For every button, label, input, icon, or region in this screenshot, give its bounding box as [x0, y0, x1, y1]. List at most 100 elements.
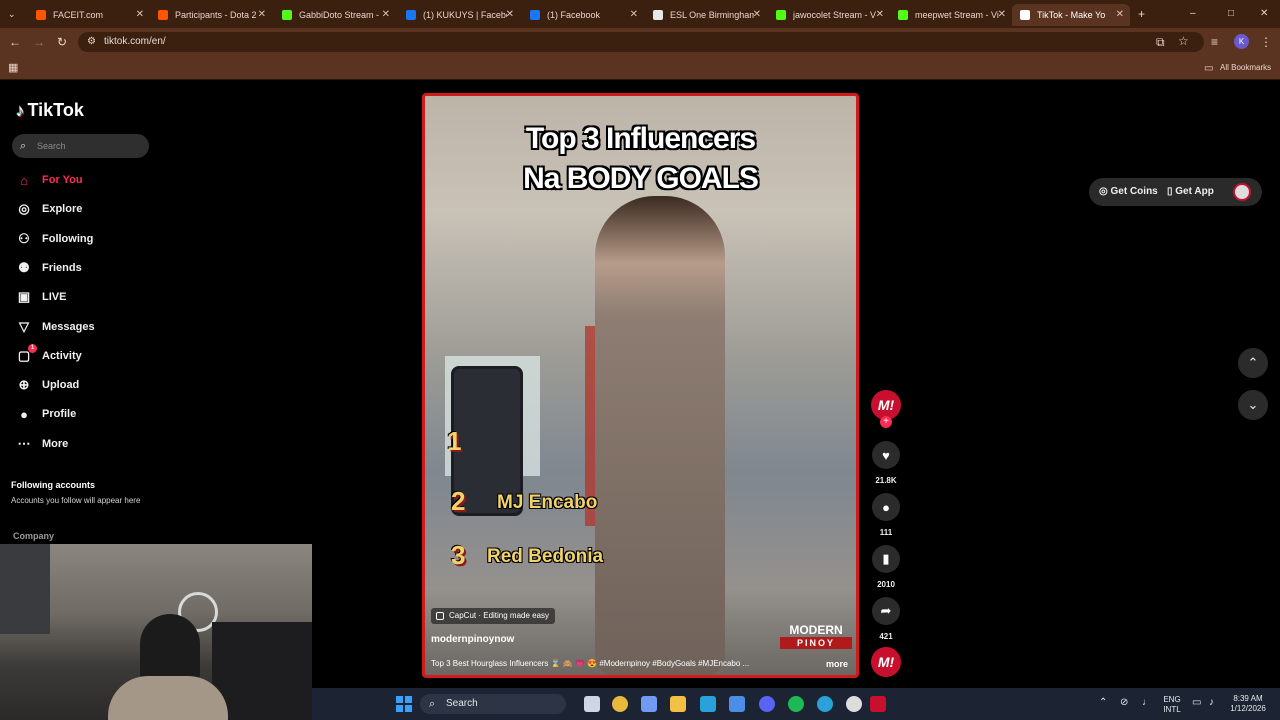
apps-grid-icon[interactable]: ▦ — [8, 62, 18, 74]
tray-chevron-icon[interactable]: ⌃ — [1099, 698, 1107, 708]
tiktok-logo[interactable]: ♪ TikTok — [16, 100, 84, 121]
sidebar-item-activity[interactable]: ▢ Activity 1 — [16, 343, 82, 364]
lang-primary: ENG — [1163, 695, 1181, 704]
mic-icon[interactable]: ♩ — [1142, 698, 1152, 708]
sidebar-item-following[interactable]: ⚇ Following — [16, 231, 93, 247]
tab-favicon-icon — [530, 10, 540, 20]
volume-icon[interactable]: ♪ — [1209, 698, 1214, 708]
tab-search-icon[interactable]: ⌄ — [8, 8, 16, 20]
sidebar-item-more[interactable]: ⋯ More — [16, 436, 69, 452]
top-right-actions: ◎ Get Coins ▯ Get App — [1089, 178, 1262, 206]
browser-tab[interactable]: (1) KUKUYS | Facebo ✕ — [398, 4, 520, 26]
forward-icon[interactable]: → — [33, 36, 45, 48]
discord-icon[interactable] — [759, 696, 775, 712]
new-tab-icon[interactable]: + — [1138, 8, 1145, 20]
capcut-badge[interactable]: CapCut · Editing made easy — [431, 608, 556, 624]
tab-close-icon[interactable]: ✕ — [753, 9, 761, 20]
sidebar-item-messages[interactable]: ▽ Messages — [16, 319, 95, 335]
tab-close-icon[interactable]: ✕ — [876, 9, 884, 20]
get-coins-button[interactable]: ◎ Get Coins — [1099, 186, 1158, 197]
address-bar[interactable]: ⚙ tiktok.com/en/ — [78, 32, 1204, 52]
follow-plus-icon[interactable]: + — [880, 416, 892, 428]
tab-label: FACEIT.com — [53, 10, 104, 20]
tab-close-icon[interactable]: ✕ — [998, 9, 1006, 20]
maximize-icon[interactable]: □ — [1228, 8, 1234, 20]
tiktok-note-icon: ♪ — [16, 100, 25, 120]
telegram-icon[interactable] — [817, 696, 833, 712]
browser-tab[interactable]: meepwet Stream - Vi ✕ — [890, 4, 1012, 26]
sound-avatar[interactable]: M! — [871, 647, 901, 677]
video-player[interactable]: Top 3 Influencers Na BODY GOALS 1 2 MJ E… — [422, 93, 859, 678]
network-icon[interactable]: ⊘ — [1120, 698, 1128, 708]
bookmark-icon: ▮ — [882, 551, 890, 566]
store-icon[interactable] — [729, 696, 745, 712]
sidebar-item-label: For You — [42, 174, 83, 186]
tab-favicon-icon — [1020, 10, 1030, 20]
profile-avatar[interactable]: K — [1234, 34, 1249, 49]
tab-close-icon[interactable]: ✕ — [382, 9, 390, 20]
obs-icon[interactable] — [846, 696, 862, 712]
app-active-icon[interactable] — [870, 696, 886, 712]
browser-tab[interactable]: GabbiDoto Stream - ✕ — [274, 4, 396, 26]
folder-icon: ▭ — [1204, 63, 1214, 74]
sidebar-item-label: Messages — [42, 320, 95, 333]
chrome-icon[interactable] — [612, 696, 628, 712]
brand-top: MODERN — [789, 623, 843, 637]
edge-icon[interactable] — [700, 696, 716, 712]
all-bookmarks[interactable]: All Bookmarks — [1220, 63, 1271, 72]
next-video-button[interactable]: ⌄ — [1238, 390, 1268, 420]
video-username[interactable]: modernpinoynow — [431, 634, 514, 645]
bookmark-star-icon[interactable]: ☆ — [1178, 35, 1189, 47]
search-input[interactable]: ⌕ Search — [12, 134, 149, 158]
sidebar-item-friends[interactable]: ⚉ Friends — [16, 260, 82, 276]
display-icon[interactable]: ▭ — [1192, 698, 1201, 708]
live-icon: ▣ — [17, 289, 31, 305]
sidebar-item-for-you[interactable]: ⌂ For You — [16, 172, 83, 188]
browser-tab[interactable]: ESL One Birmingham ✕ — [645, 4, 767, 26]
share-button[interactable]: ➦ — [872, 597, 900, 625]
reload-icon[interactable]: ↻ — [57, 36, 67, 48]
like-button[interactable]: ♥ — [872, 441, 900, 469]
tab-close-icon[interactable]: ✕ — [1116, 9, 1124, 20]
minimize-icon[interactable]: – — [1190, 8, 1196, 20]
comment-icon: ● — [882, 499, 890, 515]
sidebar-item-label: Activity — [42, 349, 82, 362]
user-avatar[interactable] — [1233, 183, 1251, 201]
browser-tab[interactable]: FACEIT.com ✕ — [28, 4, 150, 26]
sidebar-item-live[interactable]: ▣ LIVE — [16, 289, 67, 305]
prev-video-button[interactable]: ⌃ — [1238, 348, 1268, 378]
compass-icon: ◎ — [18, 201, 30, 217]
menu-dots-icon[interactable]: ⋮ — [1260, 36, 1272, 48]
save-button[interactable]: ▮ — [872, 545, 900, 573]
task-view-icon[interactable] — [584, 696, 600, 712]
webcam-person-head — [140, 614, 200, 684]
back-icon[interactable]: ← — [9, 36, 21, 48]
sidebar-item-explore[interactable]: ◎ Explore — [16, 201, 82, 217]
site-info-icon[interactable]: ⚙ — [87, 36, 96, 48]
tab-close-icon[interactable]: ✕ — [506, 9, 514, 20]
taskbar-search[interactable]: ⌕ Search — [420, 694, 566, 714]
comment-button[interactable]: ● — [872, 493, 900, 521]
close-window-icon[interactable]: ✕ — [1260, 8, 1268, 20]
tab-close-icon[interactable]: ✕ — [630, 9, 638, 20]
sidebar-item-upload[interactable]: ⊕ Upload — [16, 377, 80, 393]
company-link[interactable]: Company — [13, 531, 54, 541]
browser-tab[interactable]: Participants - Dota 2 ✕ — [150, 4, 272, 26]
language-indicator[interactable]: ENG INTL — [1160, 695, 1184, 715]
browser-tab[interactable]: TikTok - Make Yo ✕ — [1012, 4, 1130, 26]
video-more-link[interactable]: more — [826, 659, 848, 669]
get-app-button[interactable]: ▯ Get App — [1167, 186, 1214, 197]
spotify-icon[interactable] — [788, 696, 804, 712]
start-icon[interactable] — [396, 696, 412, 712]
browser-tab[interactable]: (1) Facebook ✕ — [522, 4, 644, 26]
tab-close-icon[interactable]: ✕ — [258, 9, 266, 20]
install-icon[interactable]: ⧉ — [1156, 36, 1165, 48]
explorer-icon[interactable] — [670, 696, 686, 712]
copilot-icon[interactable] — [641, 696, 657, 712]
clock[interactable]: 8:39 AM 1/12/2026 — [1222, 694, 1274, 714]
tab-close-icon[interactable]: ✕ — [136, 9, 144, 20]
sidebar-item-label: Profile — [42, 408, 77, 421]
browser-tab[interactable]: jawocolet Stream - V ✕ — [768, 4, 890, 26]
sidebar-item-profile[interactable]: ● Profile — [16, 406, 76, 422]
media-icon[interactable]: ≡ — [1211, 36, 1218, 48]
